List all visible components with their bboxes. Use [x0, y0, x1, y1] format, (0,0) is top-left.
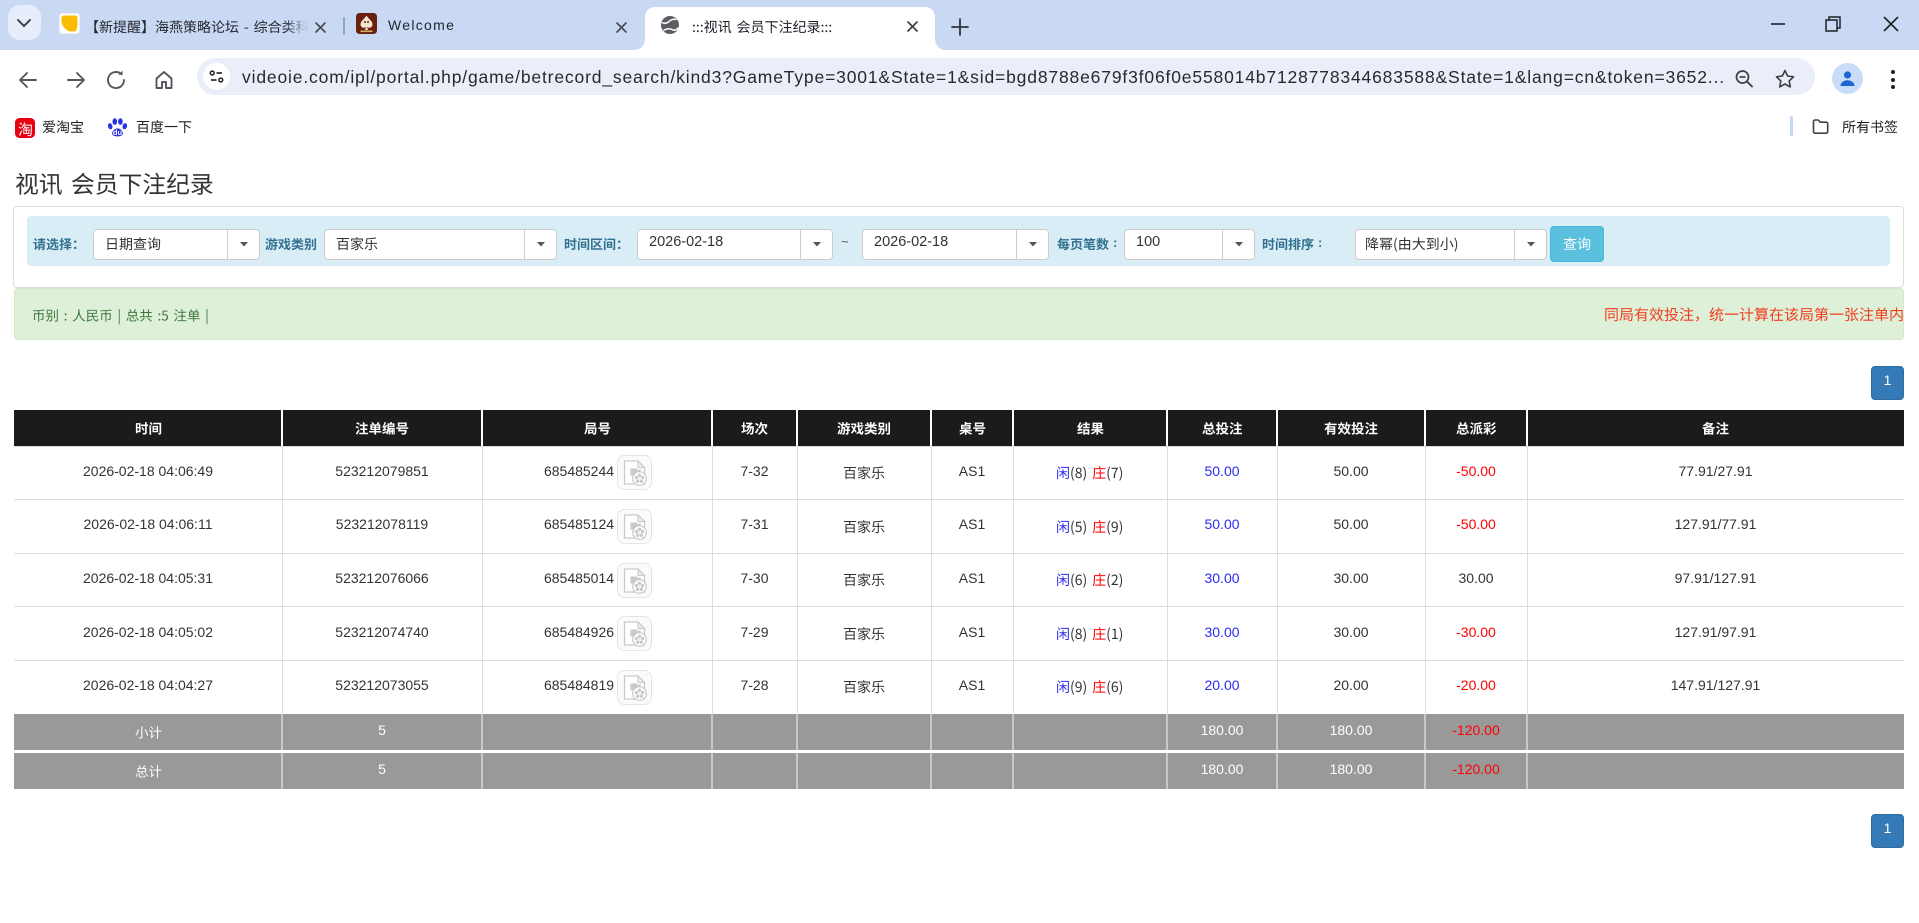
svg-text:du: du [113, 128, 123, 137]
